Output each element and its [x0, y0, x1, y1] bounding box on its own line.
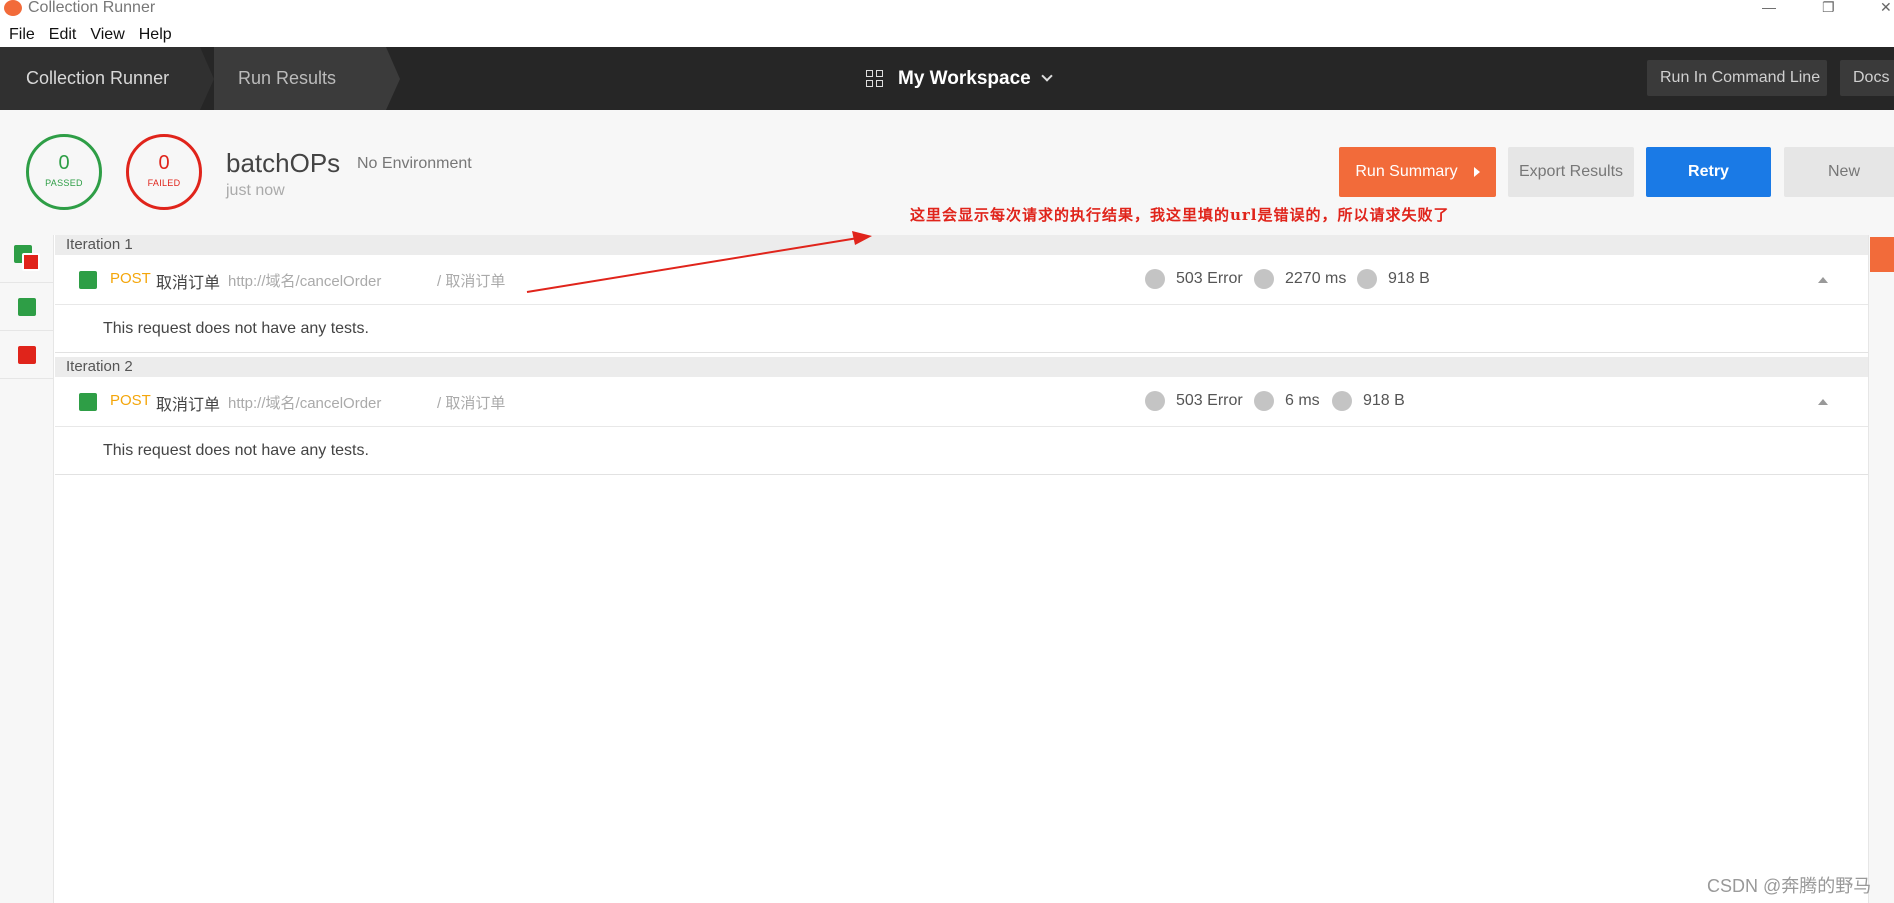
- filter-passed[interactable]: [0, 283, 54, 331]
- passed-count: 0: [58, 152, 70, 174]
- response-status: 503 Error: [1145, 269, 1243, 289]
- size-dot-icon: [1357, 269, 1377, 289]
- iteration-header: Iteration 1: [55, 235, 1868, 255]
- request-path: / 取消订单: [437, 273, 506, 290]
- watermark: CSDN @奔腾的野马: [1707, 876, 1872, 896]
- postman-logo-icon: [4, 0, 22, 16]
- request-url: http://域名/cancelOrder: [228, 273, 382, 290]
- menu-bar: File Edit View Help: [0, 24, 177, 46]
- menu-edit[interactable]: Edit: [49, 24, 77, 46]
- all-red-square-icon: [22, 253, 40, 271]
- request-path: / 取消订单: [437, 395, 506, 412]
- app-header: Collection Runner Run Results My Workspa…: [0, 47, 1894, 110]
- status-text: 503 Error: [1176, 392, 1243, 409]
- iteration-header: Iteration 2: [55, 357, 1868, 377]
- workspace-name: My Workspace: [898, 67, 1031, 89]
- menu-file[interactable]: File: [9, 24, 35, 46]
- time-text: 2270 ms: [1285, 270, 1347, 287]
- size-text: 918 B: [1388, 270, 1430, 287]
- breadcrumb-run-results[interactable]: Run Results: [214, 47, 386, 110]
- response-time: 6 ms: [1254, 391, 1320, 411]
- time-text: 6 ms: [1285, 392, 1320, 409]
- right-side-strip: [1868, 235, 1894, 903]
- workspace-grid-icon: [866, 69, 884, 88]
- request-status-square: [79, 271, 97, 289]
- failed-square-icon: [18, 346, 36, 364]
- collapse-caret-icon[interactable]: [1818, 277, 1828, 283]
- export-results-button[interactable]: Export Results: [1508, 147, 1634, 197]
- breadcrumb-separator: [200, 47, 214, 110]
- passed-counter: 0 PASSED: [26, 134, 102, 210]
- request-name: 取消订单: [156, 275, 221, 292]
- request-row[interactable]: POST 取消订单 http://域名/cancelOrder / 取消订单 5…: [55, 255, 1868, 305]
- retry-button[interactable]: Retry: [1646, 147, 1771, 197]
- workspace-switcher[interactable]: My Workspace: [866, 47, 1053, 110]
- passed-label: PASSED: [45, 178, 83, 188]
- request-url: http://域名/cancelOrder: [228, 395, 382, 412]
- size-dot-icon: [1332, 391, 1352, 411]
- breadcrumb-collection-runner[interactable]: Collection Runner: [0, 47, 200, 110]
- filter-failed[interactable]: [0, 331, 54, 379]
- docs-button[interactable]: Docs: [1840, 60, 1894, 96]
- filter-all[interactable]: [0, 235, 54, 283]
- status-text: 503 Error: [1176, 270, 1243, 287]
- run-timestamp: just now: [226, 182, 285, 199]
- passed-square-icon: [18, 298, 36, 316]
- size-text: 918 B: [1363, 392, 1405, 409]
- tests-message: This request does not have any tests.: [55, 305, 1868, 353]
- new-button[interactable]: New: [1784, 147, 1894, 197]
- restore-icon[interactable]: ❐: [1822, 0, 1835, 14]
- collection-name: batchOPs: [226, 148, 341, 178]
- status-dot-icon: [1145, 391, 1165, 411]
- environment-label: No Environment: [357, 155, 472, 172]
- run-summary-button[interactable]: Run Summary: [1339, 147, 1496, 197]
- right-side-tab[interactable]: [1870, 237, 1894, 272]
- time-dot-icon: [1254, 391, 1274, 411]
- run-in-command-line-button[interactable]: Run In Command Line: [1647, 60, 1827, 96]
- response-status: 503 Error: [1145, 391, 1243, 411]
- breadcrumb-separator: [386, 47, 400, 110]
- failed-counter: 0 FAILED: [126, 134, 202, 210]
- collapse-caret-icon[interactable]: [1818, 399, 1828, 405]
- menu-help[interactable]: Help: [139, 24, 172, 46]
- response-size: 918 B: [1357, 269, 1430, 289]
- play-icon: [1473, 166, 1480, 177]
- window-title: Collection Runner: [28, 0, 156, 16]
- status-dot-icon: [1145, 269, 1165, 289]
- request-method: POST: [110, 392, 151, 409]
- run-summary-label: Run Summary: [1355, 163, 1458, 180]
- response-time: 2270 ms: [1254, 269, 1346, 289]
- chevron-down-icon: [1041, 69, 1053, 82]
- request-method: POST: [110, 270, 151, 287]
- close-icon[interactable]: ✕: [1880, 0, 1892, 14]
- minimize-icon[interactable]: —: [1762, 0, 1776, 14]
- request-name: 取消订单: [156, 397, 221, 414]
- failed-label: FAILED: [147, 178, 181, 188]
- result-filter-rail: [0, 235, 54, 903]
- tests-message: This request does not have any tests.: [55, 427, 1868, 475]
- failed-count: 0: [158, 152, 170, 174]
- response-size: 918 B: [1332, 391, 1405, 411]
- window-titlebar: Collection Runner — ❐ ✕: [0, 0, 1894, 18]
- annotation-text: 这里会显示每次请求的执行结果，我这里填的url是错误的，所以请求失败了: [910, 206, 1450, 224]
- time-dot-icon: [1254, 269, 1274, 289]
- request-row[interactable]: POST 取消订单 http://域名/cancelOrder / 取消订单 5…: [55, 377, 1868, 427]
- results-list: Iteration 1 POST 取消订单 http://域名/cancelOr…: [55, 235, 1868, 903]
- request-status-square: [79, 393, 97, 411]
- menu-view[interactable]: View: [90, 24, 124, 46]
- app-window: Collection Runner — ❐ ✕ File Edit View H…: [0, 0, 1894, 903]
